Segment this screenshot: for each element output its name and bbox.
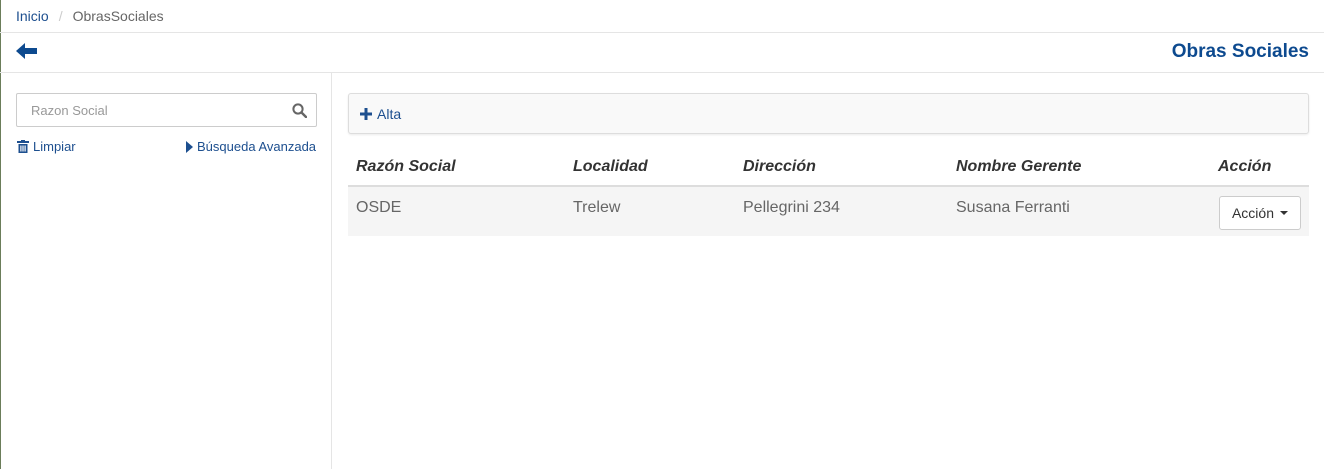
search-input[interactable]: [29, 102, 283, 119]
plus-icon: [360, 108, 372, 120]
breadcrumb-separator: /: [58, 8, 63, 24]
clear-button[interactable]: Limpiar: [17, 139, 76, 154]
toolbar: Alta: [348, 93, 1309, 134]
advanced-search-label: Búsqueda Avanzada: [197, 139, 317, 154]
back-button[interactable]: [16, 42, 38, 60]
breadcrumb-home-link[interactable]: Inicio: [16, 8, 49, 24]
caret-down-icon: [1280, 211, 1288, 215]
sidebar: Limpiar Búsqueda Avanzada: [0, 73, 332, 469]
cell-localidad: Trelew: [565, 186, 735, 236]
cell-razon-social: OSDE: [348, 186, 565, 236]
table-row: OSDE Trelew Pellegrini 234 Susana Ferran…: [348, 186, 1309, 236]
search-icon[interactable]: [292, 103, 307, 118]
page-header: Obras Sociales: [0, 33, 1324, 73]
breadcrumb-current: ObrasSociales: [72, 8, 164, 24]
action-dropdown-button[interactable]: Acción: [1218, 196, 1301, 230]
add-button[interactable]: Alta: [360, 106, 401, 122]
cell-gerente: Susana Ferranti: [948, 186, 1210, 236]
breadcrumb: Inicio / ObrasSociales: [0, 0, 1324, 33]
cell-accion: Acción: [1210, 186, 1309, 236]
column-header-razon-social[interactable]: Razón Social: [348, 149, 565, 187]
advanced-search-toggle[interactable]: Búsqueda Avanzada: [186, 139, 316, 154]
add-label: Alta: [377, 106, 402, 122]
column-header-nombre-gerente[interactable]: Nombre Gerente: [948, 149, 1210, 187]
search-box: [16, 93, 317, 127]
obras-sociales-table: Razón Social Localidad Dirección Nombre …: [348, 149, 1309, 236]
table-header-row: Razón Social Localidad Dirección Nombre …: [348, 149, 1309, 187]
caret-right-icon: [186, 140, 193, 153]
trash-icon: [17, 140, 29, 153]
page-title: Obras Sociales: [1171, 41, 1309, 62]
column-header-localidad[interactable]: Localidad: [565, 149, 735, 187]
cell-direccion: Pellegrini 234: [735, 186, 948, 236]
column-header-accion: Acción: [1210, 149, 1309, 187]
column-header-direccion[interactable]: Dirección: [735, 149, 948, 187]
clear-label: Limpiar: [33, 139, 76, 154]
action-dropdown-label: Acción: [1231, 205, 1274, 221]
arrow-left-icon: [16, 43, 37, 59]
